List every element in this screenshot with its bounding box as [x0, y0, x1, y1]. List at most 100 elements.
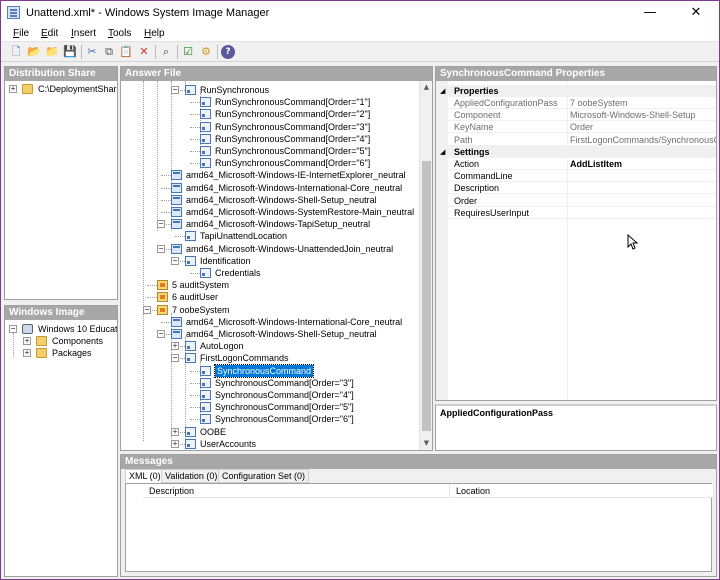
save-icon[interactable]: 💾: [63, 45, 77, 59]
help-icon[interactable]: ?: [221, 45, 235, 59]
collapse-icon[interactable]: −: [171, 354, 179, 363]
component-icon: [171, 329, 182, 339]
property-row[interactable]: RequiresUserInput: [436, 207, 716, 219]
properties-category[interactable]: ◢ Properties: [436, 85, 716, 97]
tab-configuration-set[interactable]: Configuration Set (0): [218, 469, 310, 483]
property-row[interactable]: KeyName Order: [436, 121, 716, 134]
property-name: Description: [454, 183, 500, 194]
scroll-thumb[interactable]: [422, 161, 431, 431]
component-icon: [171, 316, 182, 327]
search-icon[interactable]: ⌕: [159, 45, 173, 59]
windows-image-header: Windows Image: [5, 306, 117, 320]
property-row[interactable]: AppliedConfigurationPass 7 oobeSystem: [436, 97, 716, 109]
setting-icon: [200, 365, 211, 376]
expand-icon[interactable]: +: [23, 349, 31, 357]
expand-icon[interactable]: +: [171, 342, 179, 351]
expand-icon[interactable]: +: [23, 337, 31, 345]
messages-header: Messages: [121, 455, 716, 469]
answer-file-node-label: 7 oobeSystem: [172, 304, 230, 315]
setting-icon: [200, 109, 211, 120]
collapse-icon[interactable]: −: [171, 256, 179, 265]
folder-icon: [22, 84, 33, 94]
property-name: AppliedConfigurationPass: [454, 98, 558, 108]
properties-category-label: Properties: [454, 86, 499, 96]
property-row[interactable]: Path FirstLogonCommands/SynchronousComm: [436, 134, 716, 146]
answer-file-node-label: amd64_Microsoft-Windows-IE-InternetExplo…: [186, 170, 406, 181]
messages-list[interactable]: Description Location: [125, 483, 714, 572]
setting-icon: [185, 231, 196, 242]
main-window: Unattend.xml* - Windows System Image Man…: [1, 1, 719, 579]
column-location[interactable]: Location: [450, 484, 714, 498]
collapse-icon[interactable]: −: [143, 305, 151, 314]
property-row[interactable]: CommandLine: [436, 170, 716, 183]
open-folder-icon[interactable]: 📁: [45, 45, 59, 59]
answer-file-tree: ▲ ▼ − RunSynchronous RunSynchronousCommand…: [121, 81, 432, 450]
property-row[interactable]: Component Microsoft-Windows-Shell-Setup: [436, 109, 716, 122]
collapse-icon[interactable]: −: [157, 244, 165, 253]
setting-icon: [185, 353, 196, 364]
validate-icon[interactable]: ☑: [181, 45, 195, 59]
components-label: Components: [52, 336, 104, 346]
column-description[interactable]: Description: [143, 484, 450, 498]
setting-icon: [200, 414, 211, 425]
new-icon[interactable]: 🗋: [9, 45, 23, 59]
tab-xml[interactable]: XML (0): [125, 469, 165, 483]
mouse-cursor-icon: [627, 234, 639, 250]
collapse-icon[interactable]: −: [157, 220, 165, 229]
collapse-icon[interactable]: −: [171, 86, 179, 94]
collapse-icon[interactable]: −: [9, 325, 17, 333]
tab-validation[interactable]: Validation (0): [161, 469, 222, 483]
menu-file[interactable]: File: [13, 28, 29, 39]
menu-bar: File Edit Insert Tools Help: [1, 25, 719, 42]
property-value: 7 oobeSystem: [570, 98, 628, 108]
expand-icon[interactable]: +: [9, 85, 17, 93]
answer-file-node-label: amd64_Microsoft-Windows-UnattendedJoin_n…: [186, 243, 394, 254]
scroll-up-icon[interactable]: ▲: [420, 81, 432, 94]
component-icon: [171, 219, 182, 230]
menu-tools[interactable]: Tools: [108, 28, 131, 39]
delete-icon[interactable]: ✕: [137, 45, 151, 59]
answer-file-scrollbar[interactable]: ▲ ▼: [419, 81, 432, 450]
open-icon[interactable]: 📂: [27, 45, 41, 59]
component-icon: [171, 194, 182, 205]
setting-icon: [200, 158, 211, 169]
answer-file-node-label: 6 auditUser: [172, 292, 219, 303]
property-row[interactable]: Order: [436, 195, 716, 207]
setting-icon: [200, 133, 211, 144]
property-value[interactable]: AddListItem: [570, 158, 622, 170]
answer-file-node-label: RunSynchronousCommand[Order="3"]: [215, 121, 371, 132]
menu-help[interactable]: Help: [144, 28, 165, 39]
collapse-icon[interactable]: −: [157, 330, 165, 338]
copy-icon[interactable]: ⧉: [102, 45, 116, 59]
windows-image-pane: Windows Image − Windows 10 Educatio + Co…: [4, 305, 118, 577]
property-row[interactable]: Action AddListItem: [436, 158, 716, 170]
distribution-share-root[interactable]: + C:\DeploymentShare: [9, 83, 117, 95]
expand-icon[interactable]: +: [171, 439, 179, 448]
setting-icon: [200, 97, 211, 108]
setting-icon: [200, 390, 211, 400]
answer-file-node-label: Credentials: [215, 268, 261, 278]
windows-image-root[interactable]: − Windows 10 Educatio: [9, 323, 117, 335]
answer-file-node-label: AutoLogon: [200, 341, 244, 352]
scroll-down-icon[interactable]: ▼: [420, 437, 432, 450]
minimize-button[interactable]: —: [627, 1, 673, 25]
windows-image-components[interactable]: + Components: [23, 335, 117, 347]
property-name: KeyName: [454, 122, 494, 133]
collapse-icon[interactable]: ◢: [440, 85, 445, 97]
settings-category[interactable]: ◢ Settings: [436, 146, 716, 158]
paste-icon[interactable]: 📋: [119, 45, 133, 59]
properties-header: SynchronousCommand Properties: [436, 67, 716, 81]
cut-icon[interactable]: ✂: [85, 45, 99, 59]
expand-icon[interactable]: +: [171, 427, 179, 436]
collapse-icon[interactable]: ◢: [440, 146, 445, 158]
property-row[interactable]: Description: [436, 182, 716, 195]
windows-image-packages[interactable]: + Packages: [23, 347, 117, 359]
maximize-button[interactable]: [581, 1, 627, 25]
property-value: Microsoft-Windows-Shell-Setup: [570, 110, 696, 121]
create-config-set-icon[interactable]: ⚙: [199, 45, 213, 59]
property-name: Component: [454, 110, 501, 121]
close-button[interactable]: ✕: [673, 1, 719, 25]
answer-file-node-label: amd64_Microsoft-Windows-International-Co…: [186, 182, 403, 193]
menu-insert[interactable]: Insert: [71, 28, 96, 39]
menu-edit[interactable]: Edit: [41, 28, 58, 39]
